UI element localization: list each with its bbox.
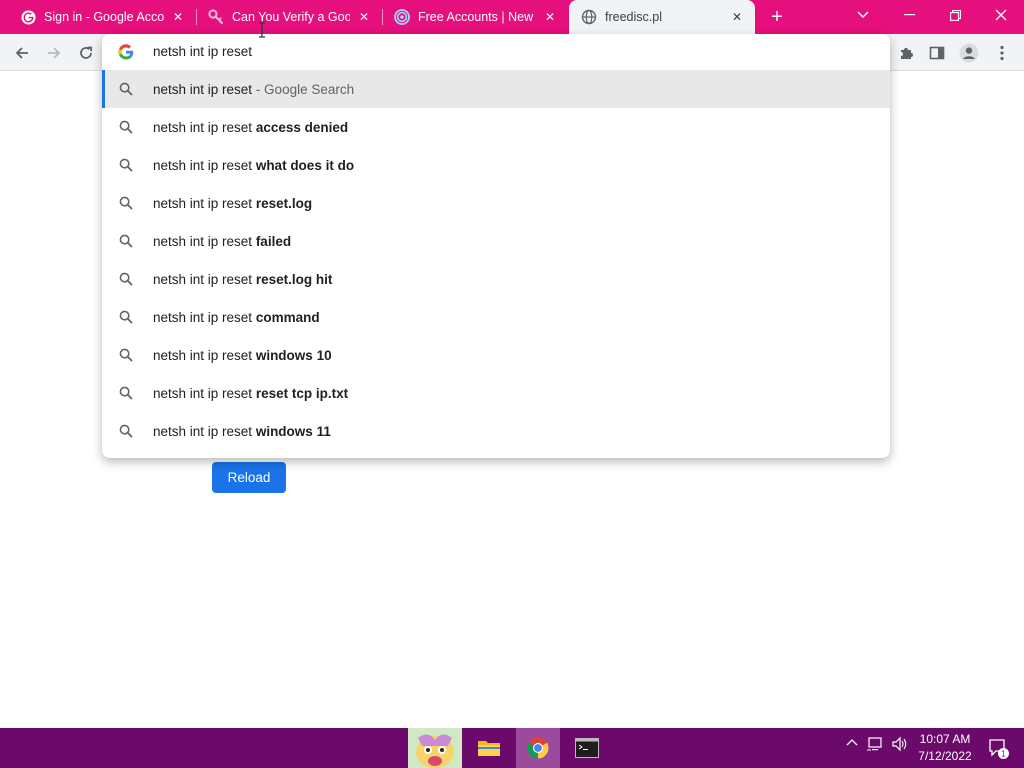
profile-avatar-icon[interactable]: [958, 42, 980, 64]
chevron-up-icon[interactable]: [845, 736, 859, 753]
suggestion-item[interactable]: netsh int ip reset - Google Search: [102, 70, 890, 108]
swirl-icon: [394, 9, 410, 25]
tab-search-icon[interactable]: [840, 0, 886, 30]
terminal-icon[interactable]: [564, 728, 610, 768]
close-icon[interactable]: ✕: [729, 9, 745, 25]
suggestion-completion: reset.log: [255, 196, 313, 211]
avatar-app-icon[interactable]: [408, 728, 462, 768]
suggestion-item[interactable]: netsh int ip reset reset.log hit: [102, 260, 890, 298]
text-cursor-icon: [258, 22, 265, 38]
suggestion-prefix: netsh int ip reset: [153, 120, 256, 135]
omnibox-input[interactable]: netsh int ip reset: [153, 44, 252, 59]
file-explorer-icon[interactable]: [468, 728, 510, 768]
suggestion-prefix: netsh int ip reset: [153, 424, 256, 439]
suggestion-text: netsh int ip reset reset.log: [153, 196, 312, 211]
suggestion-completion: access denied: [255, 120, 349, 135]
omnibox-input-row[interactable]: netsh int ip reset: [102, 34, 890, 70]
notification-center-icon[interactable]: 1: [988, 738, 1010, 763]
search-icon: [119, 424, 133, 438]
search-icon: [119, 158, 133, 172]
suggestion-item[interactable]: netsh int ip reset access denied: [102, 108, 890, 146]
suggestion-text: netsh int ip reset windows 11: [153, 424, 331, 439]
suggestion-prefix: netsh int ip reset: [153, 310, 256, 325]
close-icon[interactable]: ✕: [170, 9, 186, 25]
back-arrow-icon[interactable]: [9, 41, 35, 65]
window-close-button[interactable]: [978, 0, 1024, 30]
suggestion-text: netsh int ip reset command: [153, 310, 320, 325]
search-icon: [119, 272, 133, 286]
close-icon[interactable]: ✕: [356, 9, 372, 25]
side-panel-icon[interactable]: [926, 42, 948, 64]
forward-arrow-icon[interactable]: [41, 41, 67, 65]
suggestion-text: netsh int ip reset reset tcp ip.txt: [153, 386, 348, 401]
suggestion-item[interactable]: netsh int ip reset failed: [102, 222, 890, 260]
tab-freedisc[interactable]: freedisc.pl ✕: [569, 0, 755, 34]
suggestion-prefix: netsh int ip reset: [153, 196, 256, 211]
suggestion-item[interactable]: netsh int ip reset what does it do: [102, 146, 890, 184]
suggestion-prefix: netsh int ip reset: [153, 234, 256, 249]
search-icon: [119, 234, 133, 248]
suggestion-completion: command: [255, 310, 320, 325]
reload-button[interactable]: Reload: [212, 462, 286, 493]
close-icon[interactable]: ✕: [542, 9, 558, 25]
suggestion-text: netsh int ip reset reset.log hit: [153, 272, 332, 287]
suggestion-completion: what does it do: [255, 158, 355, 173]
google-icon: [20, 9, 36, 25]
suggestion-item[interactable]: netsh int ip reset reset.log: [102, 184, 890, 222]
suggestion-text: netsh int ip reset what does it do: [153, 158, 354, 173]
system-clock[interactable]: 10:07 AM 7/12/2022: [912, 731, 978, 765]
suggestion-completion: reset.log hit: [255, 272, 333, 287]
suggestion-item[interactable]: netsh int ip reset windows 10: [102, 336, 890, 374]
tab-title: freedisc.pl: [605, 10, 662, 24]
suggestion-prefix: netsh int ip reset: [153, 386, 256, 401]
google-g-icon: [118, 44, 134, 60]
tab-title: Can You Verify a Googl: [232, 10, 350, 24]
suggestion-item[interactable]: netsh int ip reset reset tcp ip.txt: [102, 374, 890, 412]
suggestion-completion: reset tcp ip.txt: [255, 386, 349, 401]
tab-free-accounts[interactable]: Free Accounts | New Fr ✕: [382, 0, 568, 34]
restore-button[interactable]: [932, 0, 978, 30]
chrome-icon[interactable]: [516, 728, 560, 768]
search-icon: [119, 386, 133, 400]
tab-verify-google[interactable]: Can You Verify a Googl ✕: [196, 0, 382, 34]
suggestion-prefix: netsh int ip reset: [153, 348, 256, 363]
suggestion-completion: windows 11: [255, 424, 331, 439]
suggestion-text: netsh int ip reset access denied: [153, 120, 348, 135]
suggestion-prefix: netsh int ip reset: [153, 272, 256, 287]
minimize-button[interactable]: [886, 0, 932, 30]
clock-date: 7/12/2022: [918, 749, 972, 763]
new-tab-button[interactable]: +: [766, 6, 788, 28]
suggestion-prefix: netsh int ip reset: [153, 158, 256, 173]
volume-icon[interactable]: [891, 736, 909, 755]
notification-count: 1: [1001, 750, 1006, 759]
search-icon: [119, 120, 133, 134]
search-icon: [119, 82, 133, 96]
tab-google-signin[interactable]: Sign in - Google Accou ✕: [0, 0, 196, 34]
suggestion-text: netsh int ip reset - Google Search: [153, 82, 354, 97]
suggestion-completion: failed: [255, 234, 292, 249]
suggestion-suffix: - Google Search: [252, 82, 355, 97]
search-icon: [119, 348, 133, 362]
suggestion-item[interactable]: netsh int ip reset command: [102, 298, 890, 336]
suggestion-completion: windows 10: [255, 348, 332, 363]
globe-icon: [581, 9, 597, 25]
suggestion-item[interactable]: netsh int ip reset windows 11: [102, 412, 890, 450]
search-icon: [119, 196, 133, 210]
omnibox-dropdown: netsh int ip reset netsh int ip reset - …: [102, 34, 890, 458]
extensions-puzzle-icon[interactable]: [895, 42, 917, 64]
tab-title: Sign in - Google Accou: [44, 10, 164, 24]
suggestion-text: netsh int ip reset windows 10: [153, 348, 332, 363]
pink-key-icon: [208, 9, 224, 25]
suggestion-text: netsh int ip reset failed: [153, 234, 291, 249]
clock-time: 10:07 AM: [919, 732, 971, 746]
search-icon: [119, 310, 133, 324]
menu-kebab-icon[interactable]: [991, 42, 1013, 64]
tab-title: Free Accounts | New Fr: [418, 10, 536, 24]
network-icon[interactable]: [866, 736, 884, 755]
suggestion-prefix: netsh int ip reset: [153, 82, 253, 97]
reload-icon[interactable]: [73, 41, 99, 65]
